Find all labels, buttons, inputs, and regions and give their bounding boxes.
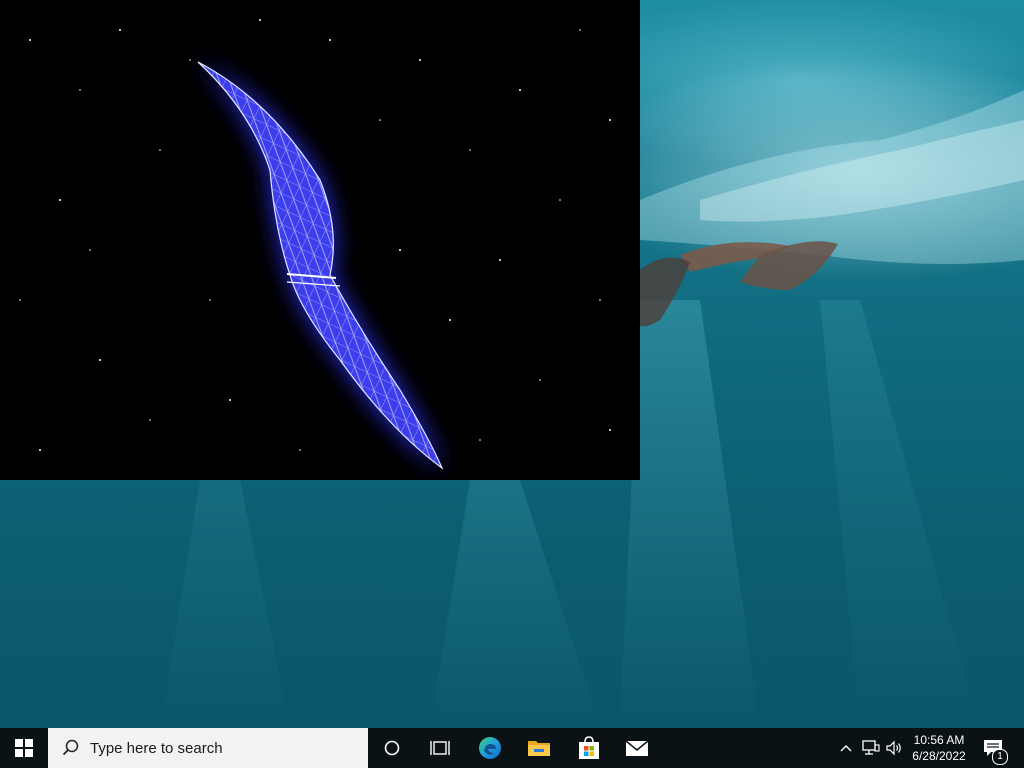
wireframe-crescent bbox=[19, 19, 611, 470]
clock-date: 6/28/2022 bbox=[912, 749, 966, 763]
notification-count-badge: 1 bbox=[992, 749, 1008, 765]
microsoft-store-button[interactable] bbox=[566, 728, 612, 768]
mail-button[interactable] bbox=[614, 728, 660, 768]
cortana-button[interactable] bbox=[370, 728, 414, 768]
network-button[interactable] bbox=[860, 728, 882, 768]
windows-logo-icon bbox=[15, 739, 33, 757]
search-icon bbox=[62, 739, 79, 756]
folder-icon bbox=[528, 741, 550, 756]
envelope-icon bbox=[625, 740, 649, 756]
edge-button[interactable] bbox=[468, 728, 512, 768]
task-view-button[interactable] bbox=[418, 728, 462, 768]
screensaver-window bbox=[0, 0, 640, 480]
store-bag-icon bbox=[579, 736, 599, 759]
edge-icon bbox=[479, 737, 501, 759]
volume-button[interactable] bbox=[884, 728, 906, 768]
file-explorer-button[interactable] bbox=[516, 728, 562, 768]
show-hidden-icons-button[interactable] bbox=[836, 728, 856, 768]
taskbar-clock[interactable]: 10:56 AM 6/28/2022 bbox=[906, 728, 972, 768]
network-icon bbox=[862, 740, 880, 755]
start-button[interactable] bbox=[0, 728, 48, 768]
speaker-icon bbox=[886, 740, 901, 756]
task-view-icon bbox=[430, 741, 450, 755]
circle-icon bbox=[384, 740, 400, 756]
search-box[interactable]: Type here to search bbox=[48, 728, 368, 768]
taskbar: Type here to search 10:56 AM 6/28/2022 1 bbox=[0, 728, 1024, 768]
chevron-up-icon bbox=[840, 745, 852, 752]
clock-time: 10:56 AM bbox=[913, 733, 965, 747]
action-center-button[interactable]: 1 bbox=[978, 728, 1008, 768]
search-placeholder: Type here to search bbox=[90, 739, 223, 757]
